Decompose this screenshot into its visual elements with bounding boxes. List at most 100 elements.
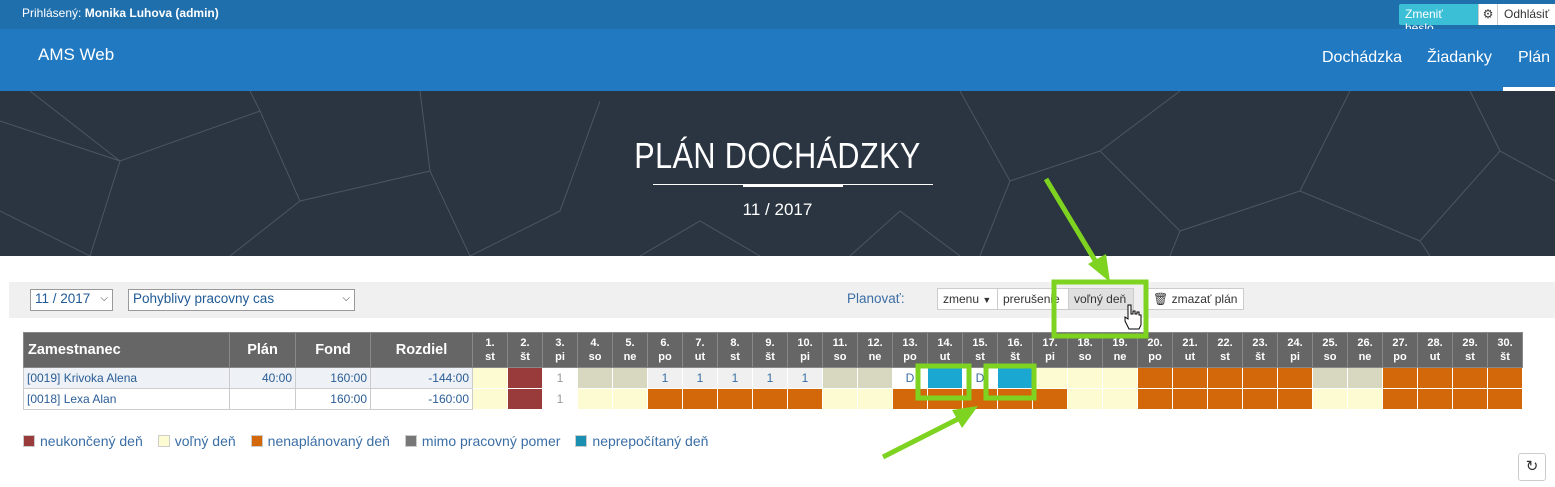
day-header-3[interactable]: 3. pi: [542, 332, 578, 368]
day-cell-5[interactable]: [612, 367, 648, 389]
day-cell-14[interactable]: [927, 367, 963, 389]
day-cell-23[interactable]: [1242, 388, 1278, 410]
day-cell-24[interactable]: [1277, 367, 1313, 389]
day-cell-6[interactable]: [647, 388, 683, 410]
day-cell-21[interactable]: [1172, 367, 1208, 389]
day-header-7[interactable]: 7. ut: [682, 332, 718, 368]
day-cell-4[interactable]: [577, 367, 613, 389]
day-header-2[interactable]: 2. št: [507, 332, 543, 368]
day-cell-11[interactable]: [822, 388, 858, 410]
plan-hours[interactable]: 40:00: [229, 367, 296, 389]
day-cell-29[interactable]: [1452, 388, 1488, 410]
day-header-5[interactable]: 5. ne: [612, 332, 648, 368]
day-header-28[interactable]: 28. ut: [1417, 332, 1453, 368]
day-header-25[interactable]: 25. so: [1312, 332, 1348, 368]
month-select[interactable]: 11 / 2017 ⌵: [30, 289, 113, 311]
day-header-19[interactable]: 19. ne: [1102, 332, 1138, 368]
gear-icon[interactable]: ⚙: [1477, 4, 1498, 25]
day-header-8[interactable]: 8. st: [717, 332, 753, 368]
day-cell-1[interactable]: [472, 388, 508, 410]
plan-shift-button[interactable]: zmenu ▼: [937, 288, 998, 310]
day-cell-6[interactable]: 1: [647, 367, 683, 389]
day-cell-17[interactable]: [1032, 388, 1068, 410]
day-cell-25[interactable]: [1312, 388, 1348, 410]
logout-button[interactable]: Odhlásiť: [1497, 4, 1555, 25]
day-cell-8[interactable]: 1: [717, 367, 753, 389]
day-cell-16[interactable]: [997, 388, 1033, 410]
day-header-20[interactable]: 20. po: [1137, 332, 1173, 368]
brand[interactable]: AMS Web: [38, 45, 114, 65]
column-header-plan[interactable]: Plán: [229, 332, 296, 368]
plan-interruption-button[interactable]: prerušenie: [997, 288, 1069, 310]
fund-hours[interactable]: 160:00: [295, 367, 371, 389]
day-header-24[interactable]: 24. pi: [1277, 332, 1313, 368]
day-cell-26[interactable]: [1347, 367, 1383, 389]
employee-link[interactable]: [0019] Krivoka Alena: [23, 367, 230, 389]
fund-hours[interactable]: 160:00: [295, 388, 371, 410]
day-cell-12[interactable]: [857, 367, 893, 389]
plan-hours[interactable]: [229, 388, 296, 410]
day-header-29[interactable]: 29. st: [1452, 332, 1488, 368]
day-cell-30[interactable]: [1487, 388, 1523, 410]
schedule-select[interactable]: Pohyblivy pracovny cas ⌵: [128, 289, 355, 311]
day-cell-15[interactable]: D: [962, 367, 998, 389]
day-cell-10[interactable]: [787, 388, 823, 410]
diff-hours[interactable]: -144:00: [370, 367, 473, 389]
day-header-27[interactable]: 27. po: [1382, 332, 1418, 368]
day-cell-19[interactable]: [1102, 388, 1138, 410]
day-header-23[interactable]: 23. št: [1242, 332, 1278, 368]
day-header-22[interactable]: 22. st: [1207, 332, 1243, 368]
day-cell-10[interactable]: 1: [787, 367, 823, 389]
day-cell-27[interactable]: [1382, 388, 1418, 410]
day-cell-5[interactable]: [612, 388, 648, 410]
day-cell-24[interactable]: [1277, 388, 1313, 410]
day-header-17[interactable]: 17. pi: [1032, 332, 1068, 368]
day-cell-7[interactable]: [682, 388, 718, 410]
day-cell-14[interactable]: [927, 388, 963, 410]
day-cell-19[interactable]: [1102, 367, 1138, 389]
diff-hours[interactable]: -160:00: [370, 388, 473, 410]
day-header-4[interactable]: 4. so: [577, 332, 613, 368]
day-cell-25[interactable]: [1312, 367, 1348, 389]
day-header-10[interactable]: 10. pi: [787, 332, 823, 368]
change-password-button[interactable]: Zmeniť heslo: [1399, 4, 1478, 35]
day-cell-27[interactable]: [1382, 367, 1418, 389]
day-header-16[interactable]: 16. št: [997, 332, 1033, 368]
day-cell-18[interactable]: [1067, 367, 1103, 389]
column-header-fund[interactable]: Fond: [295, 332, 371, 368]
day-header-26[interactable]: 26. ne: [1347, 332, 1383, 368]
day-cell-29[interactable]: [1452, 367, 1488, 389]
day-header-12[interactable]: 12. ne: [857, 332, 893, 368]
day-cell-17[interactable]: [1032, 367, 1068, 389]
day-cell-15[interactable]: [962, 388, 998, 410]
day-header-21[interactable]: 21. ut: [1172, 332, 1208, 368]
day-cell-16[interactable]: [997, 367, 1033, 389]
day-cell-13[interactable]: [892, 388, 928, 410]
nav-item-plan[interactable]: Plán: [1518, 49, 1550, 67]
day-cell-2[interactable]: [507, 367, 543, 389]
day-cell-3[interactable]: 1: [542, 388, 578, 410]
day-cell-11[interactable]: [822, 367, 858, 389]
employee-link[interactable]: [0018] Lexa Alan: [23, 388, 230, 410]
day-header-18[interactable]: 18. so: [1067, 332, 1103, 368]
day-header-13[interactable]: 13. po: [892, 332, 928, 368]
day-cell-28[interactable]: [1417, 388, 1453, 410]
day-cell-28[interactable]: [1417, 367, 1453, 389]
day-cell-22[interactable]: [1207, 367, 1243, 389]
day-header-11[interactable]: 11. so: [822, 332, 858, 368]
day-header-9[interactable]: 9. št: [752, 332, 788, 368]
day-cell-2[interactable]: [507, 388, 543, 410]
day-cell-21[interactable]: [1172, 388, 1208, 410]
column-header-diff[interactable]: Rozdiel: [370, 332, 473, 368]
day-cell-13[interactable]: D: [892, 367, 928, 389]
day-cell-23[interactable]: [1242, 367, 1278, 389]
refresh-button[interactable]: ↻: [1518, 453, 1546, 481]
day-header-15[interactable]: 15. st: [962, 332, 998, 368]
nav-item-attendance[interactable]: Dochádzka: [1322, 49, 1402, 67]
column-header-employee[interactable]: Zamestnanec: [23, 332, 230, 368]
day-header-6[interactable]: 6. po: [647, 332, 683, 368]
day-header-14[interactable]: 14. ut: [927, 332, 963, 368]
day-cell-3[interactable]: 1: [542, 367, 578, 389]
day-cell-22[interactable]: [1207, 388, 1243, 410]
day-cell-30[interactable]: [1487, 367, 1523, 389]
